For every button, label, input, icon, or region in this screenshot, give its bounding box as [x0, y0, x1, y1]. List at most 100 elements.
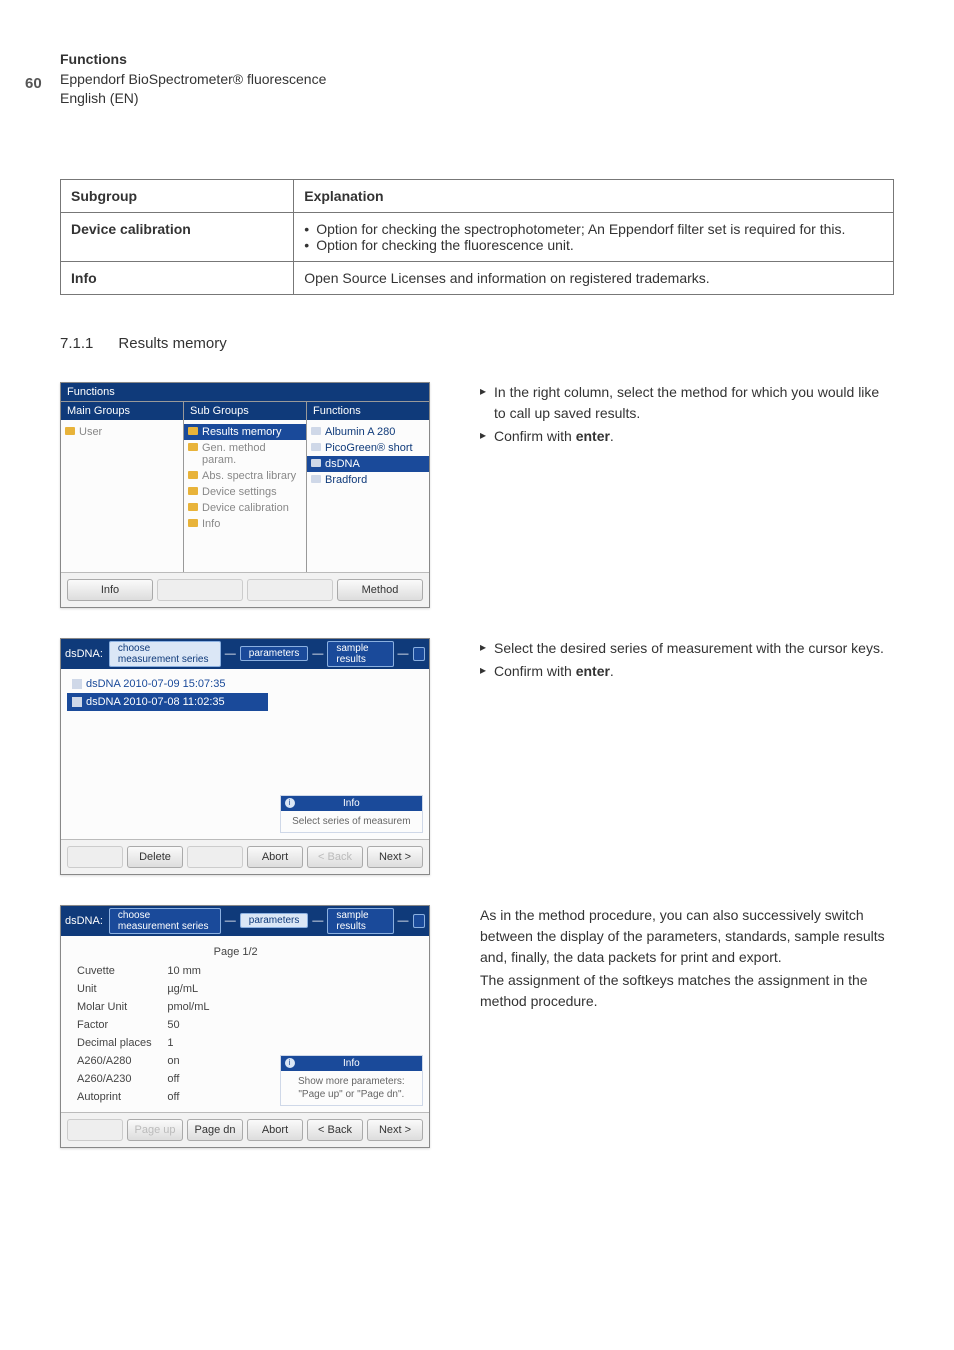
row1-bullet-1: Option for checking the spectrophotomete… — [316, 221, 845, 237]
file-icon — [72, 679, 82, 689]
sc3-btn-abort[interactable]: Abort — [247, 1119, 303, 1141]
sc3-info-title: Info — [343, 1058, 360, 1069]
sc1-sub-device-settings[interactable]: Device settings — [184, 484, 306, 500]
instr1-item2-pre: Confirm with — [494, 428, 576, 444]
sc3-btn-back[interactable]: < Back — [307, 1119, 363, 1141]
sc2-tab-sample-results[interactable]: sample results — [327, 641, 393, 667]
sc3-page-indicator: Page 1/2 — [214, 942, 268, 958]
sc3-btn-pagedn[interactable]: Page dn — [187, 1119, 243, 1141]
sc1-colhead-1: Main Groups — [61, 402, 183, 420]
pv: off — [167, 1091, 257, 1103]
screenshot-functions: Functions Main Groups User Sub Groups Re… — [60, 382, 430, 608]
sc1-title: Functions — [61, 383, 429, 401]
sc3-param-a260a230: A260/A230off — [67, 1070, 268, 1088]
screenshot-parameters: dsDNA: choose measurement series — param… — [60, 905, 430, 1148]
pk: Autoprint — [77, 1091, 167, 1103]
pk: Molar Unit — [77, 1001, 167, 1013]
pk: A260/A280 — [77, 1055, 167, 1067]
sc3-param-cuvette: Cuvette10 mm — [67, 962, 268, 980]
sc2-btn-empty2 — [187, 846, 243, 868]
header-line-3: English (EN) — [60, 89, 894, 109]
sc2-series-2[interactable]: dsDNA 2010-07-08 11:02:35 — [67, 693, 268, 711]
sc1-btn-empty1 — [157, 579, 243, 601]
info-icon: i — [285, 798, 295, 808]
sc3-param-molar-unit: Molar Unitpmol/mL — [67, 998, 268, 1016]
row1-subgroup: Device calibration — [71, 221, 191, 237]
sc1-sub-info[interactable]: Info — [184, 516, 306, 532]
pv: pmol/mL — [167, 1001, 257, 1013]
sc3-tab-parameters[interactable]: parameters — [240, 913, 309, 928]
pv: off — [167, 1073, 257, 1085]
sc3-end-icon — [413, 914, 425, 928]
sc1-fn-albumin[interactable]: Albumin A 280 — [307, 424, 429, 440]
subgroup-table: Subgroup Explanation Device calibration … — [60, 179, 894, 295]
pk: A260/A230 — [77, 1073, 167, 1085]
pk: Factor — [77, 1019, 167, 1031]
instr2-item2-post: . — [610, 663, 614, 679]
sc2-btn-abort[interactable]: Abort — [247, 846, 303, 868]
sc1-btn-method[interactable]: Method — [337, 579, 423, 601]
sc1-colhead-2: Sub Groups — [184, 402, 306, 420]
sc3-param-decimal: Decimal places1 — [67, 1034, 268, 1052]
sc3-btn-next[interactable]: Next > — [367, 1119, 423, 1141]
sc3-tab-choose[interactable]: choose measurement series — [109, 908, 221, 934]
row1-bullet-2: Option for checking the fluorescence uni… — [316, 237, 574, 253]
instr2-item1: Select the desired series of measurement… — [480, 638, 894, 659]
page-header: Functions Eppendorf BioSpectrometer® flu… — [60, 50, 894, 109]
sc1-sub-results-memory[interactable]: Results memory — [184, 424, 306, 440]
sc3-param-a260a280: A260/A280on — [67, 1052, 268, 1070]
sc1-btn-info[interactable]: Info — [67, 579, 153, 601]
sc2-tab-parameters[interactable]: parameters — [240, 646, 309, 661]
pv: 50 — [167, 1019, 257, 1031]
sc2-prefix: dsDNA: — [65, 648, 105, 660]
sc2-series-1[interactable]: dsDNA 2010-07-09 15:07:35 — [67, 675, 268, 693]
sc2-series-2-label: dsDNA 2010-07-08 11:02:35 — [86, 696, 225, 708]
pv: µg/mL — [167, 983, 257, 995]
sc1-fn-picogreen[interactable]: PicoGreen® short — [307, 440, 429, 456]
instr1-item1: In the right column, select the method f… — [480, 382, 894, 424]
instr1-item2-post: . — [610, 428, 614, 444]
sc3-param-factor: Factor50 — [67, 1016, 268, 1034]
sc2-info-body: Select series of measurem — [281, 811, 422, 832]
sc1-fn-dsdna[interactable]: dsDNA — [307, 456, 429, 472]
sc2-info-panel: iInfo Select series of measurem — [280, 795, 423, 833]
sc2-tab-choose[interactable]: choose measurement series — [109, 641, 221, 667]
para-3-2: The assignment of the softkeys matches t… — [480, 970, 894, 1012]
sc1-sub-gen-method[interactable]: Gen. method param. — [184, 440, 306, 468]
instr2-item2: Confirm with enter. — [480, 661, 894, 682]
sc2-end-icon — [413, 647, 425, 661]
pv: on — [167, 1055, 257, 1067]
file-icon — [72, 697, 82, 707]
instr1-item2-strong: enter — [576, 428, 610, 444]
instructions-1: In the right column, select the method f… — [480, 382, 894, 447]
table-row: Device calibration •Option for checking … — [61, 212, 894, 261]
table-row: Info Open Source Licenses and informatio… — [61, 261, 894, 294]
sc3-param-unit: Unitµg/mL — [67, 980, 268, 998]
pk: Unit — [77, 983, 167, 995]
instructions-2: Select the desired series of measurement… — [480, 638, 894, 682]
sc3-btn-pageup[interactable]: Page up — [127, 1119, 183, 1141]
section-title: Results memory — [118, 335, 226, 352]
row2-subgroup: Info — [71, 270, 97, 286]
sc3-param-autoprint: Autoprintoff — [67, 1088, 268, 1106]
sc3-btn-empty — [67, 1119, 123, 1141]
sc3-prefix: dsDNA: — [65, 915, 105, 927]
sc3-info-panel: iInfo Show more parameters: "Page up" or… — [280, 1055, 423, 1106]
sc1-main-user[interactable]: User — [61, 424, 183, 440]
instr1-item2: Confirm with enter. — [480, 426, 894, 447]
table-head-subgroup: Subgroup — [61, 179, 294, 212]
instr2-item2-strong: enter — [576, 663, 610, 679]
sc2-btn-back[interactable]: < Back — [307, 846, 363, 868]
sc1-colhead-3: Functions — [307, 402, 429, 420]
sc1-sub-abs-spectra[interactable]: Abs. spectra library — [184, 468, 306, 484]
pv: 1 — [167, 1037, 257, 1049]
sc2-btn-delete[interactable]: Delete — [127, 846, 183, 868]
header-line-1: Functions — [60, 50, 894, 70]
sc3-tab-sample-results[interactable]: sample results — [327, 908, 393, 934]
sc2-btn-next[interactable]: Next > — [367, 846, 423, 868]
sc1-sub-device-calibration[interactable]: Device calibration — [184, 500, 306, 516]
sc1-fn-bradford[interactable]: Bradford — [307, 472, 429, 488]
sc1-btn-empty2 — [247, 579, 333, 601]
header-line-2: Eppendorf BioSpectrometer® fluorescence — [60, 70, 894, 90]
page-number: 60 — [25, 75, 42, 92]
